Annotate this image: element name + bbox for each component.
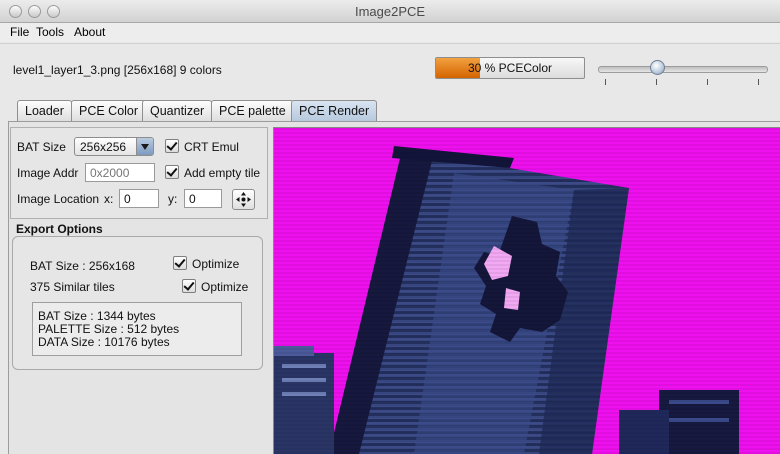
optimize-bat-checkbox[interactable]: [173, 256, 187, 270]
crt-emul-checkbox[interactable]: [165, 139, 179, 153]
quality-slider-thumb[interactable]: [649, 60, 665, 75]
slider-tick: [758, 79, 759, 85]
slider-tick: [707, 79, 708, 85]
progress-bar: 30 % PCEColor: [435, 57, 585, 79]
x-location-input[interactable]: [119, 189, 159, 208]
quality-slider-track[interactable]: [598, 66, 768, 73]
progress-text: 30 % PCEColor: [467, 61, 553, 75]
add-empty-tile-checkbox[interactable]: [165, 165, 179, 179]
tab-quantizer[interactable]: Quantizer: [142, 100, 213, 121]
bat-bytes-text: BAT Size : 1344 bytes: [38, 309, 156, 323]
add-empty-tile-label: Add empty tile: [184, 166, 261, 180]
menu-bar: File Tools About: [0, 23, 780, 42]
export-bat-size-text: BAT Size : 256x168: [30, 259, 135, 273]
tab-pce-color[interactable]: PCE Color: [71, 100, 147, 121]
bat-size-selected: 256x256: [80, 140, 127, 154]
crt-emul-label: CRT Emul: [184, 140, 239, 154]
optimize-tiles-checkbox[interactable]: [182, 279, 196, 293]
menu-file[interactable]: File: [10, 25, 29, 39]
info-row: level1_layer1_3.png [256x168] 9 colors 3…: [0, 43, 780, 96]
image-addr-input[interactable]: [85, 163, 155, 182]
menu-about[interactable]: About: [74, 25, 105, 39]
slider-tick: [605, 79, 606, 85]
rendered-image: [274, 128, 780, 454]
tab-pce-palette[interactable]: PCE palette: [211, 100, 294, 121]
export-options-title: Export Options: [16, 222, 103, 236]
bat-size-select[interactable]: 256x256: [74, 137, 154, 156]
optimize-tiles-label: Optimize: [201, 280, 249, 294]
image-location-label: Image Location: [17, 192, 100, 206]
similar-tiles-text: 375 Similar tiles: [30, 280, 115, 294]
palette-bytes-text: PALETTE Size : 512 bytes: [38, 322, 180, 336]
tab-loader[interactable]: Loader: [17, 100, 72, 121]
window-title: Image2PCE: [354, 4, 426, 19]
bat-size-label: BAT Size: [17, 140, 66, 154]
file-info-text: level1_layer1_3.png [256x168] 9 colors: [13, 63, 222, 77]
image-addr-label: Image Addr: [17, 166, 79, 180]
y-location-input[interactable]: [184, 189, 222, 208]
menu-tools[interactable]: Tools: [36, 25, 64, 39]
export-sizes-box: BAT Size : 1344 bytes PALETTE Size : 512…: [32, 302, 242, 356]
chevron-down-icon: [136, 138, 153, 155]
slider-tick: [656, 79, 657, 85]
data-bytes-text: DATA Size : 10176 bytes: [38, 335, 170, 349]
render-preview: [273, 127, 780, 454]
move-image-button[interactable]: [232, 189, 255, 210]
move-arrows-icon: [236, 192, 251, 207]
optimize-bat-label: Optimize: [192, 257, 240, 271]
title-bar: Image2PCE: [0, 0, 780, 23]
tab-pce-render[interactable]: PCE Render: [291, 100, 378, 121]
x-label: x:: [104, 192, 114, 206]
y-label: y:: [168, 192, 178, 206]
